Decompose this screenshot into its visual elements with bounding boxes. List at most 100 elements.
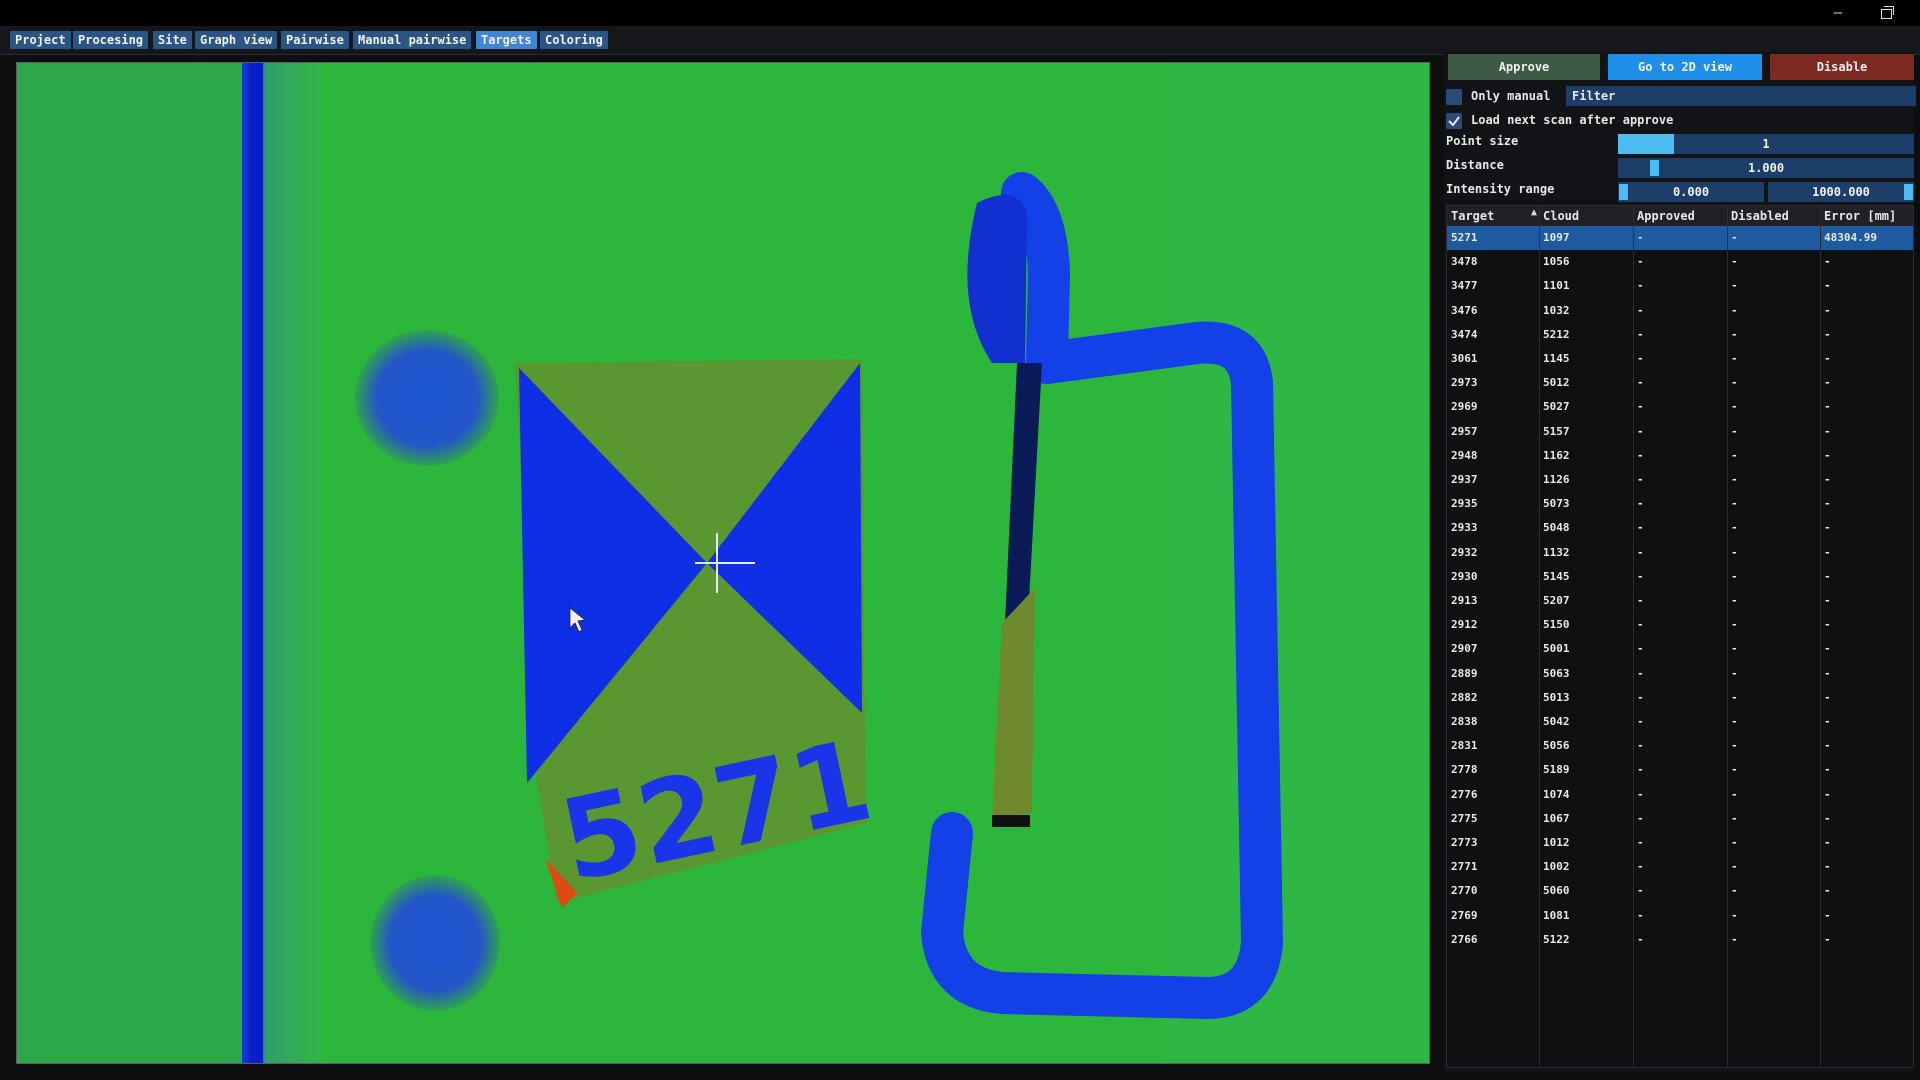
- cell-approved: -: [1637, 521, 1644, 535]
- point-cloud-viewport[interactable]: 5271: [16, 62, 1430, 1064]
- cell-error: -: [1824, 739, 1831, 753]
- cell-approved: -: [1637, 836, 1644, 849]
- bolt-top-shape: [355, 330, 499, 466]
- tab-site[interactable]: Site: [153, 31, 192, 49]
- column-header-cloud[interactable]: Cloud: [1539, 206, 1633, 226]
- column-header-error[interactable]: Error [mm]: [1820, 206, 1915, 226]
- cell-disabled: -: [1731, 836, 1738, 849]
- sort-ascending-icon[interactable]: ▲: [1531, 207, 1537, 218]
- table-header: Target ▲ Cloud Approved Disabled Error […: [1447, 206, 1913, 226]
- tab-graph-view[interactable]: Graph view: [195, 31, 278, 49]
- column-header-disabled[interactable]: Disabled: [1727, 206, 1820, 226]
- table-row[interactable]: 3061 1145 - - -: [1447, 347, 1913, 371]
- cell-target: 2773: [1451, 836, 1478, 849]
- filter-input[interactable]: Filter: [1566, 86, 1916, 106]
- table-row[interactable]: 2930 5145 - - -: [1447, 565, 1913, 589]
- cell-disabled: -: [1731, 424, 1738, 438]
- minimize-icon[interactable]: –: [1828, 4, 1848, 22]
- table-row[interactable]: 2769 1081 - - -: [1447, 904, 1913, 928]
- table-row[interactable]: 2831 5056 - - -: [1447, 734, 1913, 758]
- column-divider: [1539, 206, 1540, 1067]
- table-row[interactable]: 2969 5027 - - -: [1447, 395, 1913, 419]
- point-cloud-render: 5271: [17, 63, 1429, 1063]
- tab-project[interactable]: Project: [10, 31, 71, 49]
- distance-slider[interactable]: 1.000: [1618, 158, 1914, 178]
- table-row[interactable]: 2889 5063 - - -: [1447, 662, 1913, 686]
- intensity-range-label: Intensity range: [1446, 182, 1555, 196]
- cell-cloud: 1145: [1543, 352, 1570, 365]
- table-row[interactable]: 2766 5122 - - -: [1447, 928, 1913, 952]
- cell-error: -: [1824, 376, 1831, 390]
- go-to-2d-view-button[interactable]: Go to 2D view: [1608, 54, 1762, 80]
- cell-disabled: -: [1731, 739, 1738, 753]
- intensity-min-slider[interactable]: 0.000: [1618, 182, 1764, 202]
- table-row[interactable]: 2957 5157 - - -: [1447, 420, 1913, 444]
- table-row[interactable]: 2838 5042 - - -: [1447, 710, 1913, 734]
- cell-error: 48304.99: [1824, 231, 1877, 244]
- intensity-max-value: 1000.000: [1812, 185, 1870, 199]
- table-row[interactable]: 2882 5013 - - -: [1447, 686, 1913, 710]
- column-header-approved[interactable]: Approved: [1633, 206, 1727, 226]
- cell-cloud: 5145: [1543, 569, 1570, 583]
- tab-processing[interactable]: Procesing: [73, 31, 149, 49]
- table-row[interactable]: 2973 5012 - - -: [1447, 371, 1913, 395]
- cell-target: 2973: [1451, 376, 1478, 390]
- cell-disabled: -: [1731, 763, 1738, 777]
- table-row[interactable]: 2912 5150 - - -: [1447, 613, 1913, 637]
- cell-target: 2937: [1451, 473, 1478, 486]
- cell-approved: -: [1637, 642, 1644, 656]
- column-divider: [1820, 206, 1821, 1067]
- table-row[interactable]: 2770 5060 - - -: [1447, 879, 1913, 903]
- cell-cloud: 5013: [1543, 690, 1570, 704]
- table-row[interactable]: 2773 1012 - - -: [1447, 831, 1913, 855]
- table-row[interactable]: 2932 1132 - - -: [1447, 541, 1913, 565]
- cell-disabled: -: [1731, 255, 1738, 269]
- cell-target: 2771: [1451, 860, 1478, 874]
- disable-button[interactable]: Disable: [1770, 54, 1914, 80]
- intensity-min-handle[interactable]: [1619, 184, 1628, 200]
- cell-error: -: [1824, 497, 1831, 511]
- table-row[interactable]: 2937 1126 - - -: [1447, 468, 1913, 492]
- table-row[interactable]: 2933 5048 - - -: [1447, 516, 1913, 540]
- cell-approved: -: [1637, 448, 1644, 462]
- cell-error: -: [1824, 545, 1831, 559]
- approve-button[interactable]: Approve: [1448, 54, 1600, 80]
- tab-targets[interactable]: Targets: [476, 31, 537, 49]
- cell-error: -: [1824, 884, 1831, 898]
- tab-pairwise[interactable]: Pairwise: [281, 31, 349, 49]
- cell-error: -: [1824, 521, 1831, 535]
- table-row[interactable]: 2948 1162 - - -: [1447, 444, 1913, 468]
- distance-slider-handle[interactable]: [1649, 160, 1659, 176]
- table-row[interactable]: 2771 1002 - - -: [1447, 855, 1913, 879]
- intensity-max-handle[interactable]: [1904, 184, 1913, 200]
- table-row[interactable]: 3474 5212 - - -: [1447, 323, 1913, 347]
- table-row[interactable]: 2907 5001 - - -: [1447, 637, 1913, 661]
- checkmark-icon: [1448, 116, 1460, 127]
- point-size-slider[interactable]: 1: [1618, 134, 1914, 154]
- table-row[interactable]: 3476 1032 - - -: [1447, 299, 1913, 323]
- load-next-checkbox[interactable]: [1446, 113, 1462, 129]
- table-row[interactable]: 2776 1074 - - -: [1447, 783, 1913, 807]
- table-row[interactable]: 2775 1067 - - -: [1447, 807, 1913, 831]
- table-row[interactable]: 2778 5189 - - -: [1447, 758, 1913, 782]
- restore-window-icon[interactable]: [1876, 4, 1896, 22]
- targets-panel: Approve Go to 2D view Disable Only manua…: [1444, 52, 1916, 1072]
- table-row[interactable]: 3477 1101 - - -: [1447, 274, 1913, 298]
- column-header-target[interactable]: Target: [1447, 206, 1539, 226]
- table-row[interactable]: 3478 1056 - - -: [1447, 250, 1913, 274]
- cell-disabled: -: [1731, 787, 1738, 801]
- intensity-max-slider[interactable]: 1000.000: [1768, 182, 1914, 202]
- cell-cloud: 1002: [1543, 860, 1570, 874]
- cell-cloud: 5150: [1543, 618, 1570, 632]
- tab-coloring[interactable]: Coloring: [540, 31, 608, 49]
- table-row[interactable]: 2913 5207 - - -: [1447, 589, 1913, 613]
- table-row[interactable]: 2935 5073 - - -: [1447, 492, 1913, 516]
- only-manual-checkbox[interactable]: [1446, 89, 1462, 105]
- tab-manual-pairwise[interactable]: Manual pairwise: [353, 31, 472, 49]
- cell-approved: -: [1637, 860, 1644, 874]
- cell-cloud: 5207: [1543, 594, 1570, 607]
- cell-disabled: -: [1731, 811, 1738, 825]
- cell-approved: -: [1637, 231, 1644, 244]
- cell-target: 3061: [1451, 352, 1478, 365]
- table-row[interactable]: 5271 1097 - - 48304.99: [1447, 226, 1913, 250]
